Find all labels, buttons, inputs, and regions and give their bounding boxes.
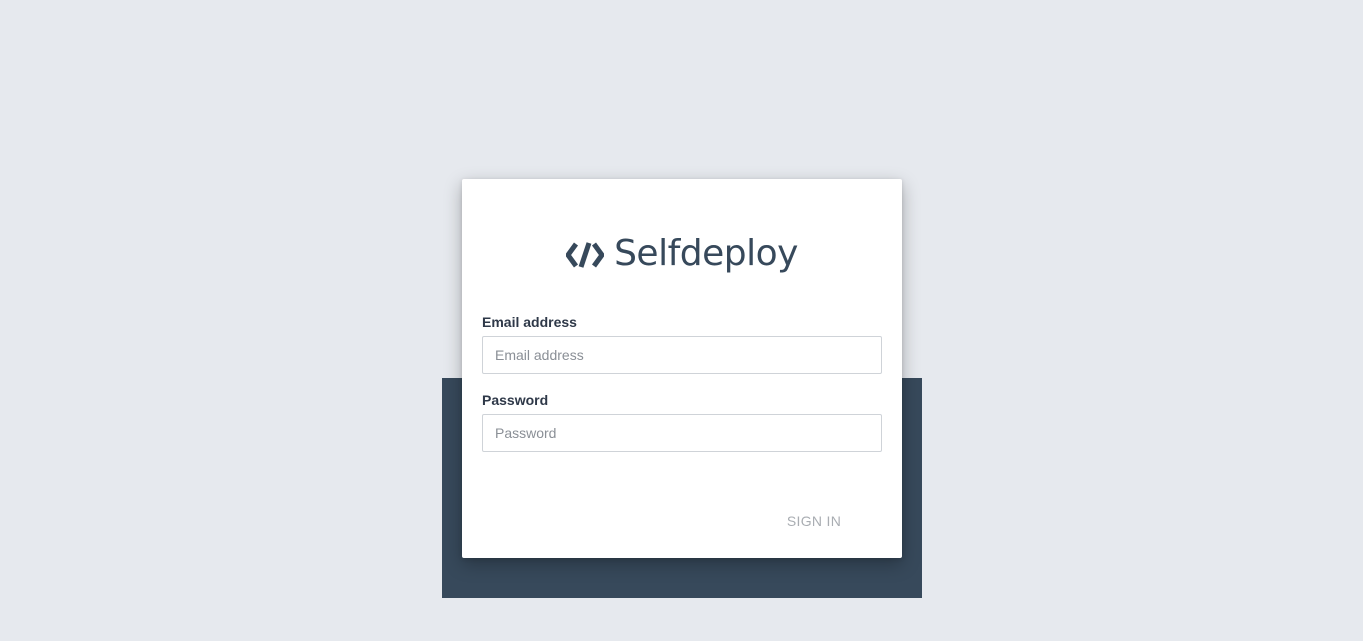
login-page: Selfdeploy Email address Password SIGN I… (0, 0, 1363, 641)
email-label: Email address (482, 314, 577, 330)
brand-header: Selfdeploy (462, 231, 902, 277)
password-field[interactable] (482, 414, 882, 452)
login-card: Selfdeploy Email address Password SIGN I… (462, 179, 902, 558)
sign-in-button[interactable]: SIGN IN (772, 505, 856, 537)
email-field[interactable] (482, 336, 882, 374)
code-chevrons-icon (566, 242, 605, 268)
password-label: Password (482, 392, 549, 408)
brand-name: Selfdeploy (614, 233, 798, 274)
